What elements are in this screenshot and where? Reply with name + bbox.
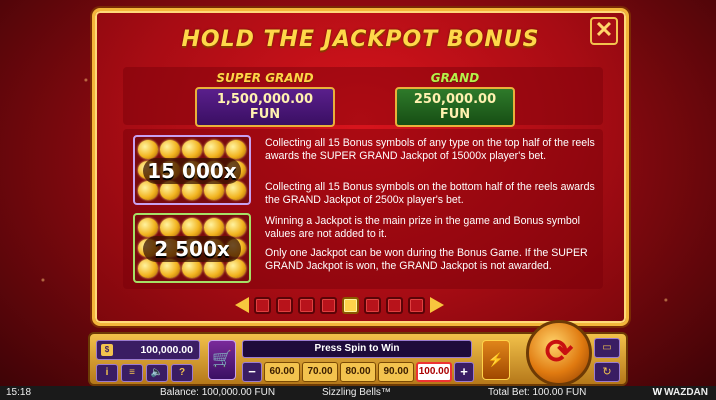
utility-buttons: i ≡ 🔈 ? bbox=[96, 364, 193, 382]
bet-option[interactable]: 90.00 bbox=[378, 362, 414, 382]
bonus-coin-icon bbox=[138, 259, 158, 278]
info-button[interactable]: i bbox=[96, 364, 118, 382]
bonus-coin-icon bbox=[138, 181, 158, 200]
grand-label: GRAND bbox=[430, 71, 480, 85]
grand-value: 250,000.00 FUN bbox=[395, 87, 515, 127]
help-button[interactable]: ? bbox=[171, 364, 193, 382]
rule-paragraph: Collecting all 15 Bonus symbols of any t… bbox=[265, 137, 595, 162]
bonus-coin-icon bbox=[226, 140, 246, 159]
wallet-icon: $ bbox=[101, 344, 113, 356]
repeat-icon[interactable]: ↻ bbox=[594, 362, 620, 382]
dialog-title: HOLD THE JACKPOT BONUS bbox=[181, 27, 540, 52]
bet-option[interactable]: 80.00 bbox=[340, 362, 376, 382]
super-grand-label: SUPER GRAND bbox=[216, 71, 314, 85]
bet-selector: − 60.00 70.00 80.00 90.00 100.00 + bbox=[242, 362, 474, 382]
message-display: Press Spin to Win bbox=[242, 340, 472, 358]
status-total-bet: Total Bet: 100.00 FUN bbox=[488, 387, 587, 398]
cart-icon[interactable]: 🛒 bbox=[208, 340, 236, 380]
bonus-coin-icon bbox=[226, 181, 246, 200]
super-grand-value: 1,500,000.00 FUN bbox=[195, 87, 335, 127]
bonus-coin-icon bbox=[204, 181, 224, 200]
bonus-coin-icon bbox=[204, 259, 224, 278]
clock: 15:18 bbox=[6, 387, 32, 398]
page-dot[interactable] bbox=[320, 296, 337, 314]
grand-multiplier: 2 500x bbox=[143, 236, 241, 262]
bonus-coin-icon bbox=[160, 259, 180, 278]
previous-page-arrow-icon[interactable] bbox=[235, 297, 249, 313]
bonus-coin-icon bbox=[160, 218, 180, 237]
rule-paragraph: Collecting all 15 Bonus symbols on the b… bbox=[265, 181, 595, 206]
bonus-coin-icon bbox=[226, 259, 246, 278]
grand-jackpot: GRAND 250,000.00 FUN bbox=[395, 71, 515, 127]
page-dot[interactable] bbox=[386, 296, 403, 314]
game-name: Sizzling Bells™ bbox=[322, 387, 391, 398]
spin-button[interactable]: ⟳ bbox=[526, 320, 592, 386]
page-pagination bbox=[235, 295, 444, 315]
bonus-coin-icon bbox=[226, 218, 246, 237]
autoplay-icon[interactable]: ▭ bbox=[594, 338, 620, 358]
grand-reel-illustration: 2 500x bbox=[133, 213, 251, 283]
status-bar: 15:18 Balance: 100,000.00 FUN Sizzling B… bbox=[0, 386, 716, 400]
menu-button[interactable]: ≡ bbox=[121, 364, 143, 382]
balance-display: $ 100,000.00 bbox=[96, 340, 200, 360]
page-dot[interactable] bbox=[276, 296, 293, 314]
rules-section: 15 000x 2 500x Collecting all 15 Bonus s… bbox=[123, 129, 603, 289]
bonus-coin-icon bbox=[182, 259, 202, 278]
rule-paragraph: Winning a Jackpot is the main prize in t… bbox=[265, 215, 581, 240]
bonus-coin-icon bbox=[138, 218, 158, 237]
super-grand-jackpot: SUPER GRAND 1,500,000.00 FUN bbox=[195, 71, 335, 127]
brand-name: WAZDAN bbox=[664, 387, 708, 398]
sound-button[interactable]: 🔈 bbox=[146, 364, 168, 382]
bonus-coin-icon bbox=[204, 140, 224, 159]
page-dot[interactable] bbox=[408, 296, 425, 314]
bonus-coin-icon bbox=[138, 140, 158, 159]
bonus-coin-icon bbox=[204, 218, 224, 237]
turbo-icon[interactable]: ⚡ bbox=[482, 340, 510, 380]
bet-option[interactable]: 60.00 bbox=[264, 362, 300, 382]
bonus-coin-icon bbox=[160, 140, 180, 159]
super-grand-multiplier: 15 000x bbox=[143, 158, 241, 184]
bet-option-selected[interactable]: 100.00 bbox=[416, 362, 452, 382]
close-icon[interactable]: ✕ bbox=[590, 17, 618, 45]
next-page-arrow-icon[interactable] bbox=[430, 297, 444, 313]
page-dots bbox=[254, 296, 425, 314]
rule-paragraph: Only one Jackpot can be won during the B… bbox=[265, 247, 588, 272]
bonus-coin-icon bbox=[182, 218, 202, 237]
bet-increase-button[interactable]: + bbox=[454, 362, 474, 382]
page-dot[interactable] bbox=[342, 296, 359, 314]
page-dot[interactable] bbox=[298, 296, 315, 314]
game-control-bar: $ 100,000.00 i ≡ 🔈 ? 🛒 Press Spin to Win… bbox=[88, 320, 628, 386]
bonus-coin-icon bbox=[182, 140, 202, 159]
page-dot[interactable] bbox=[254, 296, 271, 314]
bonus-coin-icon bbox=[160, 181, 180, 200]
status-balance: Balance: 100,000.00 FUN bbox=[160, 387, 276, 398]
balance-value: 100,000.00 bbox=[140, 344, 193, 356]
bet-decrease-button[interactable]: − bbox=[242, 362, 262, 382]
bonus-coin-icon bbox=[182, 181, 202, 200]
bet-option[interactable]: 70.00 bbox=[302, 362, 338, 382]
page-dot[interactable] bbox=[364, 296, 381, 314]
brand-mark-icon: W bbox=[652, 387, 663, 398]
jackpot-info-dialog: HOLD THE JACKPOT BONUS ✕ SUPER GRAND 1,5… bbox=[92, 8, 629, 326]
brand-logo: W WAZDAN bbox=[653, 386, 708, 400]
jackpot-values-section: SUPER GRAND 1,500,000.00 FUN GRAND 250,0… bbox=[123, 67, 603, 127]
super-grand-reel-illustration: 15 000x bbox=[133, 135, 251, 205]
